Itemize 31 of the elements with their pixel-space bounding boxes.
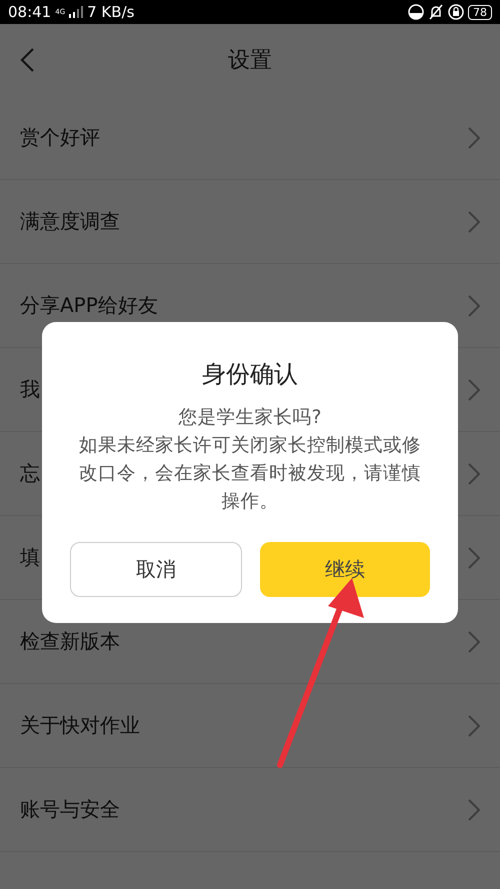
dialog-message: 您是学生家长吗? 如果未经家长许可关闭家长控制模式或修改口令，会在家长查看时被发现，请谨慎操作。 — [78, 406, 422, 514]
chevron-icon — [468, 378, 480, 400]
chevron-icon — [468, 714, 480, 736]
chevron-icon — [468, 126, 480, 148]
battery-level: 78 — [468, 4, 492, 20]
settings-item[interactable]: 满意度调查 — [20, 208, 120, 235]
settings-item[interactable]: 我 — [20, 376, 40, 403]
settings-item[interactable]: 填 — [20, 544, 40, 571]
chevron-icon — [468, 630, 480, 652]
chevron-icon — [468, 294, 480, 316]
signal-icon — [69, 6, 84, 18]
chevron-icon — [468, 210, 480, 232]
settings-item[interactable]: 检查新版本 — [20, 628, 120, 655]
circle-icon — [408, 4, 424, 20]
chevron-icon — [468, 546, 480, 568]
back-icon[interactable] — [20, 48, 34, 72]
settings-item[interactable]: 关于快对作业 — [20, 712, 140, 739]
page-title: 设置 — [228, 47, 272, 75]
settings-item[interactable]: 忘 — [20, 460, 40, 487]
settings-item[interactable]: 分享APP给好友 — [20, 292, 158, 319]
dialog-title: 身份确认 — [202, 359, 298, 390]
bell-off-icon — [428, 4, 444, 20]
clock: 08:41 — [8, 3, 52, 21]
lock-icon — [448, 4, 464, 20]
settings-item[interactable]: 赏个好评 — [20, 124, 100, 151]
cancel-button[interactable]: 取消 — [70, 542, 242, 597]
settings-item[interactable]: 账号与安全 — [20, 796, 120, 823]
chevron-icon — [468, 798, 480, 820]
chevron-icon — [468, 462, 480, 484]
continue-button[interactable]: 继续 — [260, 542, 430, 597]
network-speed: 7 KB/s — [87, 3, 134, 21]
